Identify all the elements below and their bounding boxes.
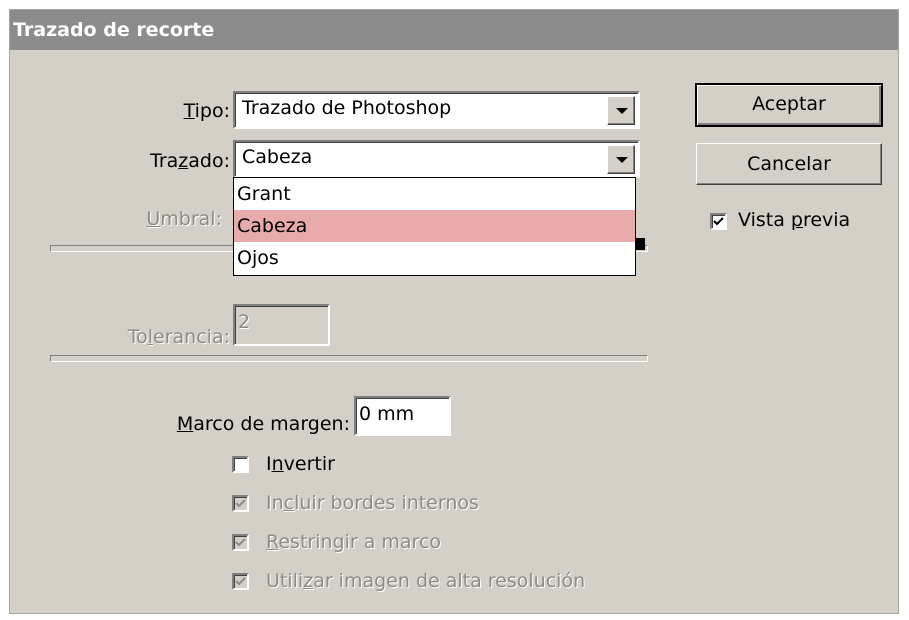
cancelar-button[interactable]: Cancelar [696, 143, 882, 185]
clipping-path-dialog: Trazado de recorte Tipo: Trazado de Phot… [9, 9, 899, 614]
vista-previa-checkbox[interactable] [710, 213, 727, 230]
tipo-label: Tipo: [183, 100, 230, 122]
tipo-dropdown-button[interactable] [607, 96, 635, 125]
invertir-label[interactable]: Invertir [266, 453, 335, 475]
restringir-label: Restringir a marco [266, 531, 442, 553]
tolerancia-label: Tolerancia: [127, 326, 230, 348]
dropdown-option-ojos[interactable]: Ojos [234, 242, 635, 274]
restringir-checkbox [232, 534, 249, 551]
trazado-dropdown-list: Grant Cabeza Ojos [233, 177, 636, 276]
check-icon [235, 538, 246, 547]
vista-previa-label[interactable]: Vista previa [738, 209, 850, 231]
trazado-select-value: Cabeza [242, 146, 313, 168]
trazado-dropdown-button[interactable] [607, 145, 635, 174]
invertir-checkbox[interactable] [232, 456, 249, 473]
umbral-label: Umbral: [146, 208, 222, 230]
check-icon [235, 577, 246, 586]
dropdown-option-grant[interactable]: Grant [234, 178, 635, 210]
check-icon [235, 499, 246, 508]
utilizar-checkbox [232, 573, 249, 590]
trazado-select[interactable]: Cabeza [233, 140, 640, 178]
marco-label: Marco de margen: [176, 413, 350, 435]
dropdown-option-cabeza[interactable]: Cabeza [234, 210, 635, 242]
tipo-select[interactable]: Trazado de Photoshop [233, 91, 640, 129]
marco-value: 0 mm [359, 403, 415, 425]
chevron-down-icon [616, 157, 628, 163]
aceptar-button[interactable]: Aceptar [695, 83, 883, 127]
tipo-select-value: Trazado de Photoshop [242, 97, 452, 119]
dialog-title: Trazado de recorte [10, 10, 898, 50]
tolerancia-value: 2 [238, 311, 251, 333]
tolerancia-field: 2 [233, 304, 330, 346]
check-icon [713, 217, 724, 226]
utilizar-label: Utilizar imagen de alta resolución [266, 570, 586, 592]
trazado-label: Trazado: [150, 150, 230, 172]
marco-field[interactable]: 0 mm [354, 396, 451, 436]
chevron-down-icon [616, 108, 628, 114]
incluir-label: Incluir bordes internos [266, 492, 479, 514]
incluir-checkbox [232, 495, 249, 512]
tolerancia-slider [50, 355, 648, 362]
